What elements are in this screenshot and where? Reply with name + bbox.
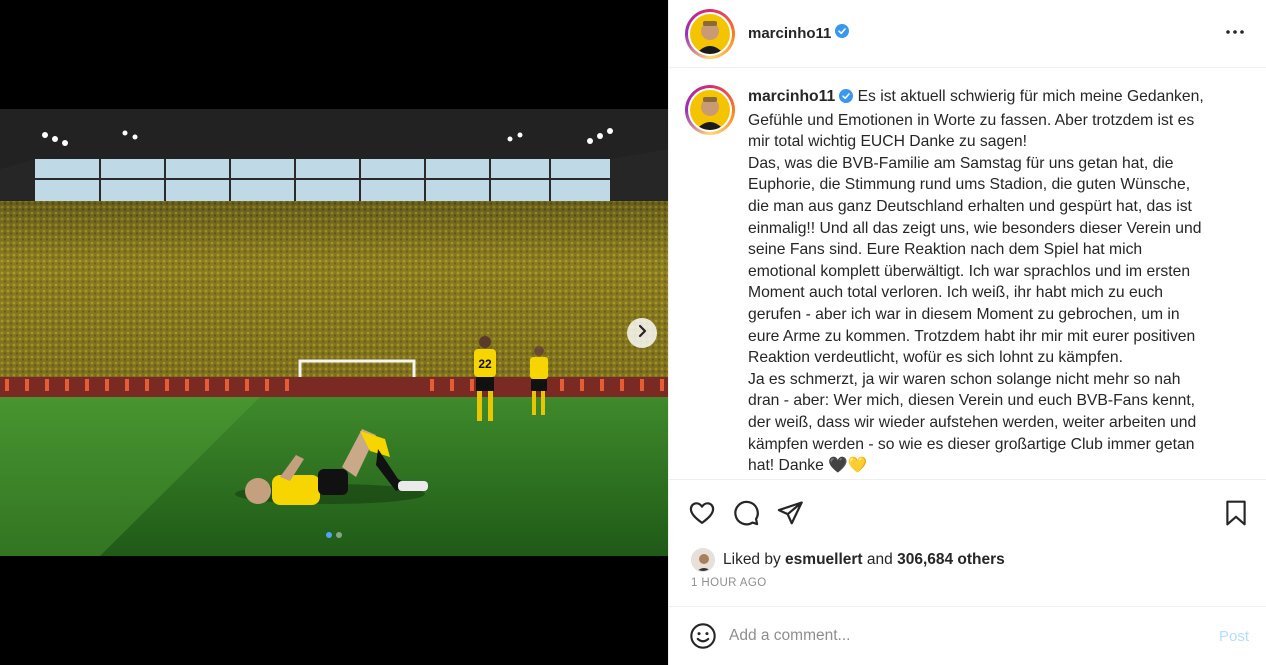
caption-line: Gefühle und Emotionen in Worte zu fassen…: [748, 111, 1195, 129]
avatar-image: [690, 90, 730, 130]
post-side-pane: marcinho11 marcinho11 Es ist aktuell sch…: [668, 0, 1266, 665]
caption-line: seine Fans sind. Eure Reaktion nach dem …: [748, 241, 1143, 259]
bookmark-icon[interactable]: [1221, 498, 1251, 528]
post-header: marcinho11: [669, 0, 1266, 68]
caption-line: Das, was die BVB-Familie am Samstag für …: [748, 154, 1174, 172]
more-options-icon[interactable]: [1225, 22, 1245, 47]
add-comment-bar: Post: [669, 606, 1266, 665]
carousel-indicator: [0, 532, 668, 538]
carousel-dot: [326, 532, 332, 538]
caption-username[interactable]: marcinho11: [748, 88, 835, 105]
caption-line: Es ist aktuell schwierig für mich meine …: [857, 88, 1204, 105]
caption-line: Moment auch total verloren. Ich weiß, ih…: [748, 284, 1164, 302]
caption-line: Euphorie, die Stimmung rund ums Stadion,…: [748, 176, 1191, 194]
caption-line: einmalig!! Und all das zeigt uns, wie be…: [748, 219, 1202, 237]
carousel-dot: [336, 532, 342, 538]
likes-and: and: [866, 551, 893, 568]
liker-avatar[interactable]: [691, 548, 715, 572]
likes-count[interactable]: 306,684 others: [897, 551, 1005, 569]
caption-line: mir total wichtig EUCH Danke zu sagen!: [748, 133, 1027, 151]
caption-line: der weiß, dass wir wieder aufstehen werd…: [748, 413, 1197, 431]
avatar[interactable]: [685, 85, 735, 135]
player-number: 22: [478, 357, 492, 371]
post-timestamp[interactable]: 1 HOUR AGO: [691, 577, 767, 589]
verified-badge-icon: [839, 88, 854, 110]
caption-line: kämpfen werden - so wie es dieser großar…: [748, 435, 1195, 453]
likes-prefix: Liked by: [723, 551, 781, 568]
comment-bubble-icon[interactable]: [731, 498, 761, 528]
post-modal: 22 marcinho11 marcinho11 Es ist aktuell …: [0, 0, 1266, 665]
chevron-right-icon: [635, 324, 649, 343]
post-comment-button[interactable]: Post: [1219, 628, 1249, 645]
post-photo[interactable]: 22: [0, 109, 668, 556]
avatar[interactable]: [685, 8, 735, 59]
caption-line: Reaktion verdeutlicht, wofür es sich loh…: [748, 349, 1123, 367]
post-actions: Liked by esmuellert and 306,684 others 1…: [669, 479, 1266, 606]
avatar-image: [690, 13, 730, 54]
caption-line: hat! Danke 🖤💛: [748, 457, 868, 475]
caption-area: marcinho11 Es ist aktuell schwierig für …: [669, 69, 1266, 479]
header-username[interactable]: marcinho11: [748, 25, 831, 42]
emoji-smiley-icon[interactable]: [689, 622, 717, 650]
carousel-next-button[interactable]: [627, 318, 657, 348]
comment-input[interactable]: [729, 627, 1189, 645]
caption-line: emotional komplett überwältigt. Ich war …: [748, 262, 1191, 280]
media-pane: 22: [0, 0, 668, 665]
liked-by-username[interactable]: esmuellert: [785, 551, 863, 569]
caption-line: gerufen - aber ich war in diesem Moment …: [748, 305, 1180, 323]
verified-badge-icon: [835, 24, 850, 43]
caption-line: die man aus ganz Deutschland erhalten un…: [748, 197, 1192, 215]
paper-plane-icon[interactable]: [775, 498, 805, 528]
likes-summary[interactable]: Liked by esmuellert and 306,684 others: [691, 548, 1005, 572]
heart-icon[interactable]: [687, 498, 717, 528]
caption-line: eure Arme zu kommen. Trotzdem habt ihr m…: [748, 327, 1196, 345]
caption-line: Ja es schmerzt, ja wir waren schon solan…: [748, 370, 1181, 388]
caption-line: dran - aber: Wer mich, diesen Verein und…: [748, 392, 1196, 410]
post-caption: marcinho11 Es ist aktuell schwierig für …: [748, 86, 1238, 479]
